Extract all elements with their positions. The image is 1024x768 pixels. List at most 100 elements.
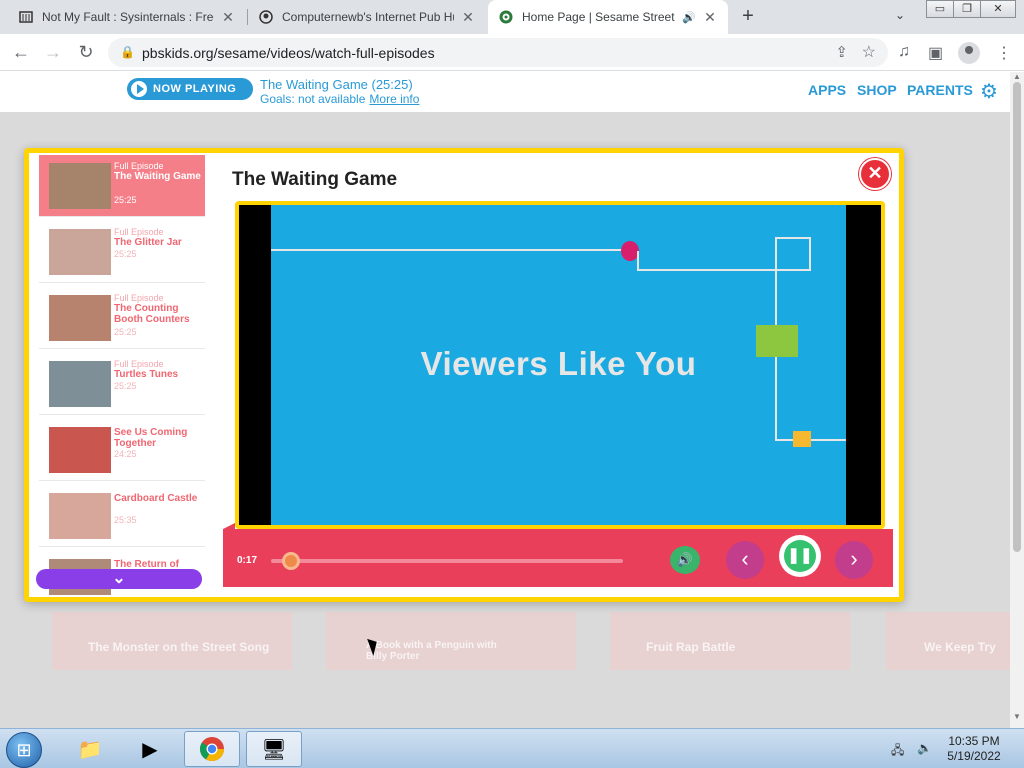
media-control-icon[interactable]: ♫ [898, 43, 910, 61]
video-player-modal: Full Episode The Waiting Game 25:25 Full… [24, 148, 904, 602]
back-icon[interactable]: ← [10, 42, 32, 64]
playlist-item[interactable]: Full Episode Turtles Tunes 25:25 [39, 353, 205, 415]
new-tab-button[interactable]: + [736, 5, 760, 29]
episode-kicker: Full Episode [114, 359, 164, 369]
playlist-item[interactable]: Full Episode The Glitter Jar 25:25 [39, 221, 205, 283]
modal-title: The Waiting Game [232, 169, 398, 190]
bookmark-star-icon[interactable]: ☆ [862, 42, 876, 62]
gear-icon[interactable]: ⚙ [980, 79, 998, 104]
decor-line [637, 269, 777, 271]
playlist-scroll-down-button[interactable]: ⌄ [36, 569, 202, 589]
restore-button[interactable]: ❐ [953, 0, 981, 18]
clock-time: 10:35 PM [948, 734, 1000, 748]
now-playing-label: NOW PLAYING [153, 83, 237, 95]
episode-title: The Waiting Game [114, 171, 201, 182]
decor-yellow-block [793, 431, 811, 447]
episode-duration: 25:25 [114, 381, 137, 391]
start-button[interactable]: ⊞ [6, 732, 42, 768]
episode-duration: 25:25 [114, 249, 137, 259]
browser-tab-1[interactable]: Not My Fault : Sysinternals : Free ✕ [8, 0, 246, 34]
decor-line [271, 249, 631, 251]
playlist-item[interactable]: Cardboard Castle 25:35 [39, 485, 205, 547]
browser-tab-2[interactable]: Computernewb's Internet Pub Hu ✕ [248, 0, 486, 34]
media-player-icon[interactable]: ▶ [122, 731, 178, 767]
now-playing-goals: Goals: not available More info [260, 92, 419, 106]
scroll-down-icon[interactable]: ▼ [1013, 712, 1021, 721]
page-scrollbar[interactable]: ▲ ▼ [1010, 72, 1024, 728]
episode-duration: 25:25 [114, 195, 137, 205]
playlist-item[interactable]: See Us Coming Together 24:25 [39, 419, 205, 481]
video-frame: Viewers Like You [235, 201, 885, 529]
tab-title: Computernewb's Internet Pub Hu [282, 10, 454, 24]
episode-thumbnail [49, 361, 111, 407]
chrome-icon[interactable] [184, 731, 240, 767]
scrollbar-thumb[interactable] [1013, 82, 1021, 552]
windows-taskbar: ⊞ 📁 ▶ 🖥 🖧 🔈 10:35 PM 5/19/2022 [0, 728, 1024, 768]
previous-icon[interactable]: ‹ [726, 541, 764, 579]
network-icon[interactable]: 🖧 [891, 741, 904, 762]
url-text[interactable]: pbskids.org/sesame/videos/watch-full-epi… [142, 45, 435, 61]
reload-icon[interactable]: ↻ [75, 42, 97, 64]
explorer-icon[interactable]: 📁 [62, 731, 118, 767]
progress-track[interactable] [271, 559, 623, 563]
scroll-up-icon[interactable]: ▲ [1013, 72, 1021, 81]
tab-strip: Not My Fault : Sysinternals : Free ✕ Com… [0, 0, 1024, 34]
address-bar[interactable]: 🔒 pbskids.org/sesame/videos/watch-full-e… [108, 38, 888, 67]
goals-text: Goals: not available [260, 92, 366, 106]
video-content: Viewers Like You [271, 205, 846, 525]
audio-playing-icon[interactable]: 🔊 [682, 11, 696, 24]
close-modal-button[interactable]: ✕ [859, 158, 891, 190]
episode-kicker: Full Episode [114, 227, 164, 237]
episode-thumbnail [49, 229, 111, 275]
episode-thumbnail [49, 163, 111, 209]
profile-avatar[interactable] [958, 42, 980, 64]
episode-title: The Glitter Jar [114, 237, 182, 248]
more-info-link[interactable]: More info [369, 92, 419, 106]
browser-tab-3[interactable]: Home Page | Sesame Street | 🔊 ✕ [488, 0, 728, 34]
background-card-label: A Book with a Penguin with Billy Porter [366, 640, 497, 662]
pause-button[interactable]: ❚❚ [779, 535, 821, 577]
minimize-button[interactable]: ▭ [926, 0, 954, 18]
now-playing-badge[interactable]: NOW PLAYING [127, 78, 253, 100]
video-area[interactable]: Viewers Like You [239, 205, 881, 525]
episode-duration: 25:25 [114, 327, 137, 337]
nav-apps[interactable]: APPS [808, 82, 846, 98]
background-card-label: Fruit Rap Battle [646, 640, 736, 654]
play-icon [131, 81, 147, 97]
control-panel-icon[interactable]: 🖥 [246, 731, 302, 767]
episode-playlist[interactable]: Full Episode The Waiting Game 25:25 Full… [35, 155, 205, 595]
next-icon[interactable]: › [835, 541, 873, 579]
tab-search-chevron-icon[interactable]: ⌄ [895, 8, 905, 22]
episode-title: Cardboard Castle [114, 493, 198, 504]
system-clock[interactable]: 10:35 PM 5/19/2022 [944, 734, 1004, 764]
decor-line [637, 251, 639, 271]
episode-title: The Counting Booth Counters [114, 303, 190, 325]
archive-icon [18, 9, 34, 25]
elapsed-time: 0:17 [237, 555, 258, 566]
lock-icon[interactable]: 🔒 [120, 45, 135, 59]
side-panel-icon[interactable]: ▣ [928, 43, 943, 63]
close-tab-icon[interactable]: ✕ [460, 9, 476, 26]
progress-handle[interactable] [282, 552, 301, 570]
forward-icon[interactable]: → [42, 42, 64, 64]
episode-title: See Us Coming Together [114, 427, 188, 449]
nav-shop[interactable]: SHOP [857, 82, 897, 98]
nav-parents[interactable]: PARENTS [907, 82, 973, 98]
episode-thumbnail [49, 295, 111, 341]
episode-kicker: Full Episode [114, 161, 164, 171]
playlist-item[interactable]: Full Episode The Counting Booth Counters… [39, 287, 205, 349]
pause-icon: ❚❚ [784, 540, 816, 572]
volume-tray-icon[interactable]: 🔈 [917, 741, 932, 755]
playlist-item[interactable]: Full Episode The Waiting Game 25:25 [39, 155, 205, 217]
background-card-label: The Monster on the Street Song [88, 640, 270, 654]
close-tab-icon[interactable]: ✕ [220, 9, 236, 26]
share-icon[interactable]: ⇪ [835, 43, 848, 61]
pbs-kids-icon [498, 9, 514, 25]
menu-icon[interactable]: ⋮ [996, 43, 1012, 63]
close-tab-icon[interactable]: ✕ [702, 9, 718, 26]
volume-icon[interactable]: 🔊 [670, 546, 700, 574]
video-caption: Viewers Like You [420, 345, 697, 382]
episode-kicker: Full Episode [114, 293, 164, 303]
background-card-label: We Keep Try [924, 640, 996, 654]
window-close-button[interactable]: ✕ [980, 0, 1016, 18]
